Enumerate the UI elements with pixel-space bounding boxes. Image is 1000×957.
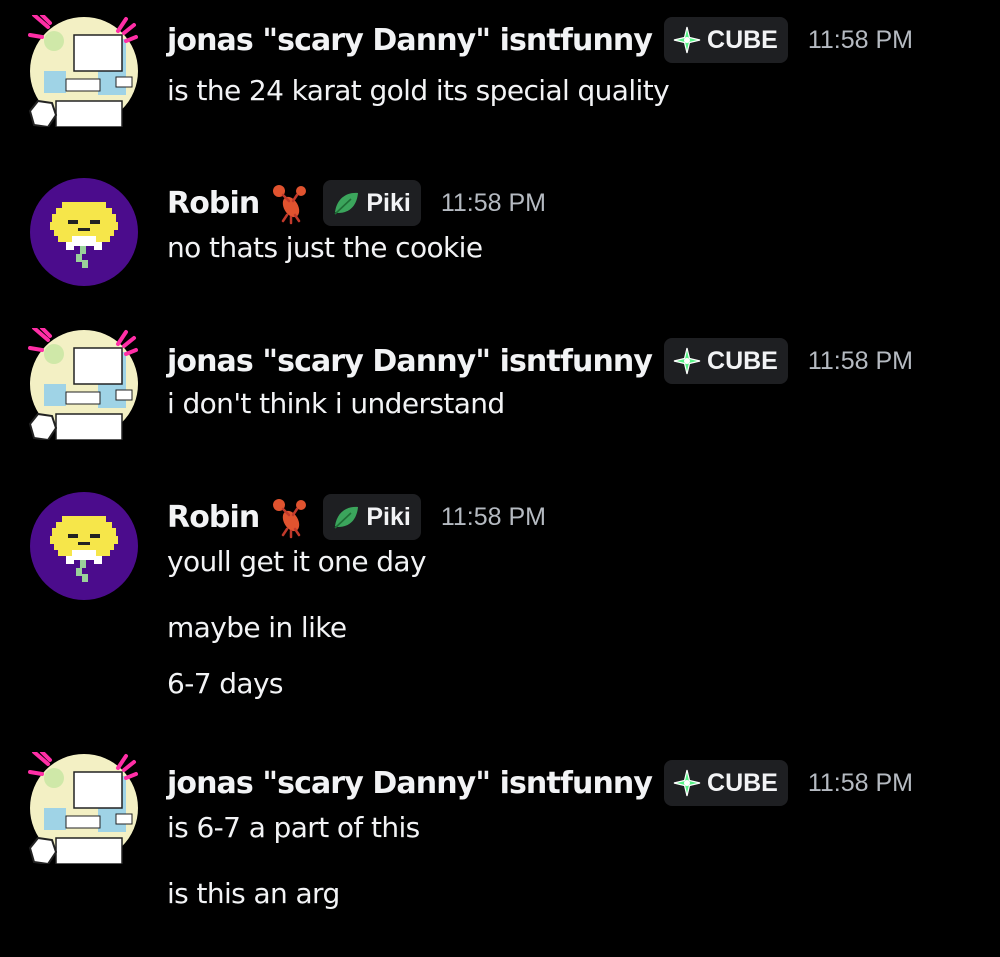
username[interactable]: jonas "scary Danny" isntfunny (167, 23, 653, 58)
message-header: jonas "scary Danny" isntfunny CUBE 11:58… (167, 15, 913, 65)
message-header: Robin Piki 11:58 PM (167, 178, 546, 228)
timestamp[interactable]: 11:58 PM (441, 503, 546, 532)
server-tag[interactable]: CUBE (664, 760, 788, 806)
leaf-icon (331, 188, 361, 218)
user-avatar-jonas[interactable] (28, 752, 140, 864)
tag-label: CUBE (707, 346, 778, 375)
message-text: is 6-7 a part of this (167, 811, 420, 844)
timestamp[interactable]: 11:58 PM (441, 189, 546, 218)
message-text: 6-7 days (167, 667, 284, 700)
message-text: i don't think i understand (167, 387, 505, 420)
message-header: jonas "scary Danny" isntfunny CUBE 11:58… (167, 758, 913, 808)
user-avatar-robin[interactable] (28, 176, 140, 288)
message-header: Robin Piki 11:58 PM (167, 492, 546, 542)
timestamp[interactable]: 11:58 PM (808, 26, 913, 55)
lobster-icon (267, 181, 311, 225)
cube-sparkle-icon (672, 25, 702, 55)
server-tag[interactable]: CUBE (664, 17, 788, 63)
username[interactable]: jonas "scary Danny" isntfunny (167, 766, 653, 801)
cube-sparkle-icon (672, 346, 702, 376)
timestamp[interactable]: 11:58 PM (808, 769, 913, 798)
jonas-avatar-image (28, 15, 140, 127)
tag-label: CUBE (707, 768, 778, 797)
robin-avatar-image (28, 490, 140, 602)
message-header: jonas "scary Danny" isntfunny CUBE 11:58… (167, 336, 913, 386)
user-avatar-jonas[interactable] (28, 328, 140, 440)
lobster-icon (267, 495, 311, 539)
message-text: is this an arg (167, 877, 340, 910)
server-tag[interactable]: Piki (323, 180, 421, 226)
message-text: no thats just the cookie (167, 231, 483, 264)
message-text: youll get it one day (167, 545, 427, 578)
robin-avatar-image (28, 176, 140, 288)
user-avatar-robin[interactable] (28, 490, 140, 602)
username[interactable]: Robin (167, 500, 260, 535)
username[interactable]: jonas "scary Danny" isntfunny (167, 344, 653, 379)
tag-label: Piki (366, 502, 411, 531)
cube-sparkle-icon (672, 768, 702, 798)
username[interactable]: Robin (167, 186, 260, 221)
leaf-icon (331, 502, 361, 532)
jonas-avatar-image (28, 328, 140, 440)
timestamp[interactable]: 11:58 PM (808, 347, 913, 376)
tag-label: CUBE (707, 25, 778, 54)
message-text: is the 24 karat gold its special quality (167, 74, 670, 107)
server-tag[interactable]: CUBE (664, 338, 788, 384)
jonas-avatar-image (28, 752, 140, 864)
server-tag[interactable]: Piki (323, 494, 421, 540)
user-avatar-jonas[interactable] (28, 15, 140, 127)
tag-label: Piki (366, 188, 411, 217)
message-text: maybe in like (167, 611, 347, 644)
